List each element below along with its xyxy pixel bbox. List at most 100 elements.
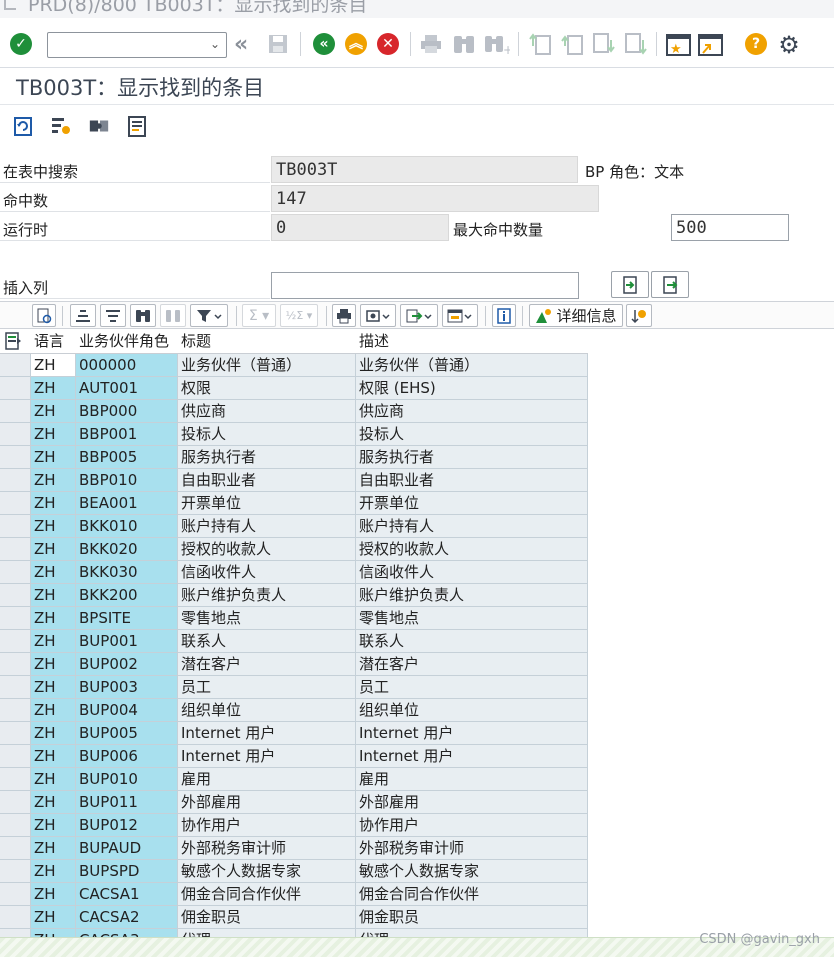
check-icon[interactable]: ✓ xyxy=(10,33,32,55)
cell-bp-role[interactable]: BBP005 xyxy=(76,446,178,469)
table-row[interactable]: ZH BUP012 协作用户 协作用户 xyxy=(0,814,588,837)
save-icon[interactable] xyxy=(266,33,290,55)
row-selector[interactable] xyxy=(0,883,31,906)
exit-icon[interactable]: ︽ xyxy=(345,33,367,55)
table-row[interactable]: ZH AUT001 权限 权限 (EHS) xyxy=(0,377,588,400)
cell-description[interactable]: 服务执行者 xyxy=(356,446,588,469)
cell-language[interactable]: ZH xyxy=(31,768,76,791)
row-selector[interactable] xyxy=(0,768,31,791)
table-settings-icon[interactable] xyxy=(50,115,72,137)
cell-title[interactable]: 自由职业者 xyxy=(178,469,356,492)
cell-title[interactable]: 雇用 xyxy=(178,768,356,791)
table-row[interactable]: ZH BPSITE 零售地点 零售地点 xyxy=(0,607,588,630)
cell-bp-role[interactable]: BBP010 xyxy=(76,469,178,492)
cell-language[interactable]: ZH xyxy=(31,906,76,929)
row-selector[interactable] xyxy=(0,630,31,653)
cell-title[interactable]: Internet 用户 xyxy=(178,722,356,745)
cell-description[interactable]: 信函收件人 xyxy=(356,561,588,584)
puzzle-icon[interactable] xyxy=(88,115,110,137)
cell-description[interactable]: 投标人 xyxy=(356,423,588,446)
find-next-icon[interactable] xyxy=(160,304,186,327)
cell-description[interactable]: 敏感个人数据专家 xyxy=(356,860,588,883)
cell-title[interactable]: 投标人 xyxy=(178,423,356,446)
sort-descending-icon[interactable] xyxy=(100,304,126,327)
insert-column-input[interactable] xyxy=(271,272,579,299)
table-row[interactable]: ZH BUPSPD 敏感个人数据专家 敏感个人数据专家 xyxy=(0,860,588,883)
cell-language[interactable]: ZH xyxy=(31,699,76,722)
row-selector[interactable] xyxy=(0,446,31,469)
cell-description[interactable]: 联系人 xyxy=(356,630,588,653)
cell-language[interactable]: ZH xyxy=(31,377,76,400)
find-icon[interactable] xyxy=(452,33,476,55)
table-row[interactable]: ZH BEA001 开票单位 开票单位 xyxy=(0,492,588,515)
cell-title[interactable]: 账户持有人 xyxy=(178,515,356,538)
table-row[interactable]: ZH BKK030 信函收件人 信函收件人 xyxy=(0,561,588,584)
row-selector[interactable] xyxy=(0,377,31,400)
cell-description[interactable]: 组织单位 xyxy=(356,699,588,722)
row-selector[interactable] xyxy=(0,423,31,446)
cell-description[interactable]: 开票单位 xyxy=(356,492,588,515)
cell-description[interactable]: 账户维护负责人 xyxy=(356,584,588,607)
find-icon[interactable] xyxy=(130,304,156,327)
cell-bp-role[interactable]: BUP011 xyxy=(76,791,178,814)
select-all-icon[interactable] xyxy=(0,330,31,354)
column-header-language[interactable]: 语言 xyxy=(31,330,76,354)
row-selector[interactable] xyxy=(0,354,31,377)
details-view-icon[interactable] xyxy=(32,304,56,327)
cell-bp-role[interactable]: BBP001 xyxy=(76,423,178,446)
table-row[interactable]: ZH BUP002 潜在客户 潜在客户 xyxy=(0,653,588,676)
cell-title[interactable]: 外部税务审计师 xyxy=(178,837,356,860)
sum-icon[interactable]: Σ ▾ xyxy=(242,304,276,327)
cell-title[interactable]: 业务伙伴（普通） xyxy=(178,354,356,377)
cell-bp-role[interactable]: BEA001 xyxy=(76,492,178,515)
table-row[interactable]: ZH BBP010 自由职业者 自由职业者 xyxy=(0,469,588,492)
subtotal-icon[interactable]: ½Σ ▾ xyxy=(280,304,318,327)
cell-description[interactable]: Internet 用户 xyxy=(356,745,588,768)
cell-description[interactable]: 潜在客户 xyxy=(356,653,588,676)
cell-language[interactable]: ZH xyxy=(31,584,76,607)
cell-title[interactable]: 供应商 xyxy=(178,400,356,423)
table-row[interactable]: ZH 000000 业务伙伴（普通） 业务伙伴（普通） xyxy=(0,354,588,377)
row-selector[interactable] xyxy=(0,722,31,745)
cell-description[interactable]: 雇用 xyxy=(356,768,588,791)
cell-description[interactable]: 业务伙伴（普通） xyxy=(356,354,588,377)
cell-language[interactable]: ZH xyxy=(31,653,76,676)
cell-description[interactable]: 权限 (EHS) xyxy=(356,377,588,400)
table-row[interactable]: ZH BUP005 Internet 用户 Internet 用户 xyxy=(0,722,588,745)
next-page-icon[interactable] xyxy=(592,32,616,56)
row-selector[interactable] xyxy=(0,699,31,722)
row-selector[interactable] xyxy=(0,906,31,929)
cell-language[interactable]: ZH xyxy=(31,630,76,653)
cell-bp-role[interactable]: BKK030 xyxy=(76,561,178,584)
row-selector[interactable] xyxy=(0,791,31,814)
cell-title[interactable]: 组织单位 xyxy=(178,699,356,722)
cell-language[interactable]: ZH xyxy=(31,883,76,906)
column-header-description[interactable]: 描述 xyxy=(356,330,588,354)
cell-language[interactable]: ZH xyxy=(31,676,76,699)
cell-title[interactable]: 外部雇用 xyxy=(178,791,356,814)
row-selector[interactable] xyxy=(0,561,31,584)
layout-icon[interactable] xyxy=(442,304,478,327)
table-row[interactable]: ZH BUP003 员工 员工 xyxy=(0,676,588,699)
cell-description[interactable]: 协作用户 xyxy=(356,814,588,837)
cell-title[interactable]: 潜在客户 xyxy=(178,653,356,676)
views-icon[interactable] xyxy=(360,304,396,327)
refresh-icon[interactable] xyxy=(12,115,34,137)
cell-language[interactable]: ZH xyxy=(31,814,76,837)
filter-icon[interactable] xyxy=(190,304,228,327)
table-row[interactable]: ZH BUP006 Internet 用户 Internet 用户 xyxy=(0,745,588,768)
shortcut-icon[interactable] xyxy=(698,33,724,57)
cell-language[interactable]: ZH xyxy=(31,515,76,538)
cell-description[interactable]: 外部税务审计师 xyxy=(356,837,588,860)
cell-description[interactable]: Internet 用户 xyxy=(356,722,588,745)
table-row[interactable]: ZH CACSA1 佣金合同合作伙伴 佣金合同合作伙伴 xyxy=(0,883,588,906)
cell-title[interactable]: 授权的收款人 xyxy=(178,538,356,561)
cell-description[interactable]: 授权的收款人 xyxy=(356,538,588,561)
chevron-down-icon[interactable]: ⌄ xyxy=(210,37,220,51)
details-button[interactable]: 详细信息 xyxy=(529,304,623,327)
sort-ascending-icon[interactable] xyxy=(70,304,96,327)
cell-title[interactable]: 开票单位 xyxy=(178,492,356,515)
print-preview-icon[interactable] xyxy=(332,304,356,327)
table-row[interactable]: ZH BUP011 外部雇用 外部雇用 xyxy=(0,791,588,814)
cell-title[interactable]: 权限 xyxy=(178,377,356,400)
